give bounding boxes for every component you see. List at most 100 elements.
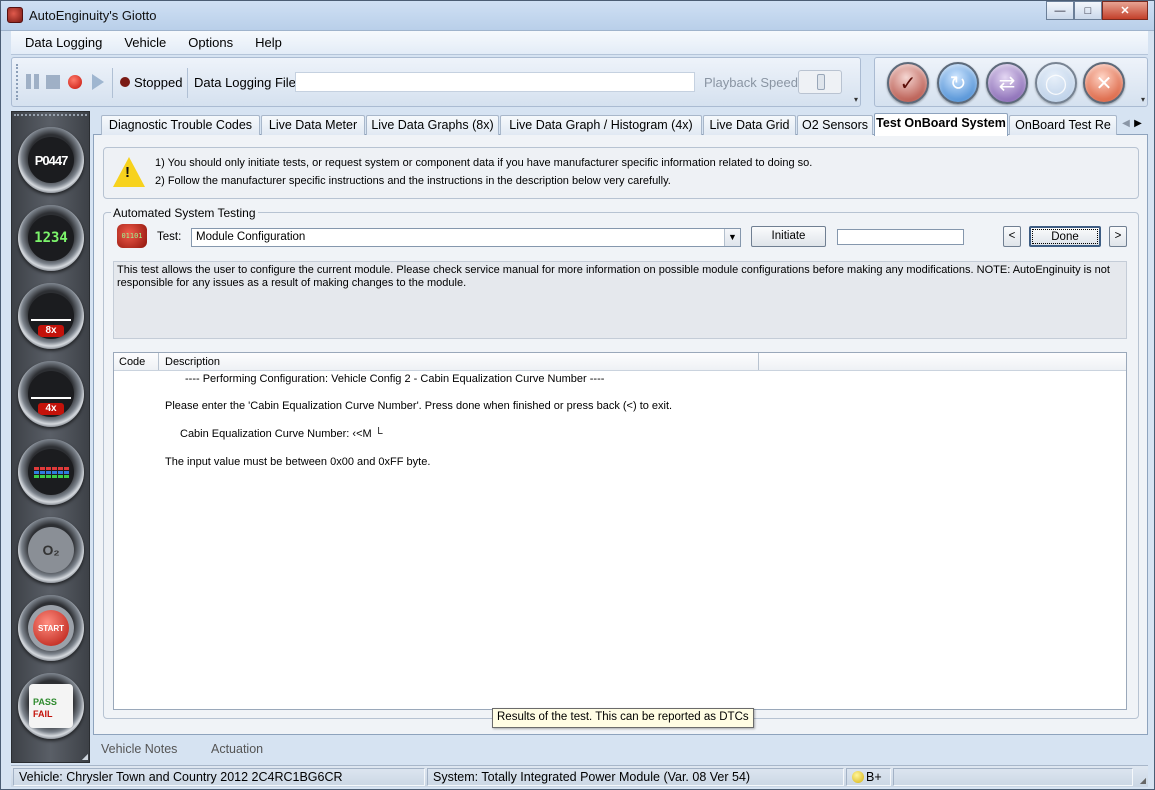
graph-4x-icon[interactable]: 4x	[18, 361, 84, 427]
dtc-icon[interactable]: P0447	[18, 127, 84, 193]
test-select[interactable]: Module Configuration ▼	[191, 228, 741, 247]
tab-live-data-grid[interactable]: Live Data Grid	[703, 115, 796, 135]
battery-status: B+	[846, 768, 891, 786]
result-line: Cabin Equalization Curve Number: ‹<M └	[180, 428, 383, 440]
refresh-icon[interactable]: ↻	[937, 62, 979, 104]
disabled-plugin-icon: ◯	[1035, 62, 1077, 104]
window-controls: — □ ✕	[1046, 1, 1148, 20]
rail-grip	[14, 114, 87, 118]
playback-speed-slider[interactable]	[798, 70, 842, 94]
toolbar-separator	[187, 68, 188, 98]
menu-bar: Data Logging Vehicle Options Help	[11, 31, 1148, 55]
app-logo-icon	[7, 7, 23, 23]
status-bar: Vehicle: Chrysler Town and Country 2012 …	[11, 765, 1148, 787]
tab-vehicle-notes[interactable]: Vehicle Notes	[101, 742, 177, 756]
data-logging-file-label: Data Logging File	[194, 75, 296, 90]
data-grid-icon[interactable]	[18, 439, 84, 505]
playback-speed-label: Playback Speed	[704, 75, 798, 90]
warning-mark: !	[125, 164, 130, 181]
pass-text: PASS	[33, 697, 57, 707]
toolbar-overflow-icon[interactable]: ▾	[1141, 95, 1145, 104]
graphs-8x-icon[interactable]: 8x	[18, 283, 84, 349]
window-title: AutoEnginuity's Giotto	[29, 8, 157, 23]
menu-help[interactable]: Help	[241, 35, 290, 50]
tab-live-data-meter[interactable]: Live Data Meter	[261, 115, 365, 135]
resize-grip-icon[interactable]: ◢	[1140, 776, 1146, 785]
battery-label: B+	[866, 770, 882, 784]
dtc-icon-text: P0447	[34, 152, 69, 168]
next-button[interactable]: >	[1109, 226, 1127, 247]
result-line: ---- Performing Configuration: Vehicle C…	[185, 373, 605, 385]
record-icon[interactable]	[68, 75, 82, 89]
o2-sensor-icon[interactable]: O₂	[18, 517, 84, 583]
action-toolbar: ✓ ↻ ⇄ ◯ ✕ ▾	[874, 57, 1148, 107]
function-rail: P0447 1234 8x 4x O₂ START PASS FAIL ◢	[11, 111, 90, 763]
data-meter-icon[interactable]: 1234	[18, 205, 84, 271]
result-line: The input value must be between 0x00 and…	[165, 456, 431, 468]
menu-options[interactable]: Options	[174, 35, 241, 50]
tab-actuation[interactable]: Actuation	[211, 742, 263, 756]
tab-scroll-left-icon[interactable]: ◀	[1120, 116, 1132, 132]
status-empty-panel	[893, 768, 1133, 786]
start-text: START	[33, 610, 69, 646]
vehicle-sync-icon[interactable]: ⇄	[986, 62, 1028, 104]
tab-live-data-histogram[interactable]: Live Data Graph / Histogram (4x)	[500, 115, 702, 135]
column-separator	[758, 353, 759, 370]
toolbar-separator	[112, 68, 113, 98]
logging-status: Stopped	[134, 75, 183, 90]
tab-strip: Diagnostic Trouble Codes Live Data Meter…	[93, 113, 1148, 136]
tab-test-onboard-system[interactable]: Test OnBoard System	[874, 113, 1008, 136]
play-icon[interactable]	[92, 74, 104, 90]
test-description: This test allows the user to configure t…	[113, 261, 1127, 339]
initiate-button[interactable]: Initiate	[751, 226, 826, 247]
test-onboard-panel: ! 1) You should only initiate tests, or …	[93, 135, 1148, 735]
battery-indicator-icon	[852, 771, 864, 783]
tab-onboard-test-results[interactable]: OnBoard Test Re	[1009, 115, 1117, 135]
warning-box: ! 1) You should only initiate tests, or …	[103, 147, 1139, 199]
close-button[interactable]: ✕	[1102, 1, 1148, 20]
warning-line-1: 1) You should only initiate tests, or re…	[155, 157, 813, 169]
system-status: System: Totally Integrated Power Module …	[427, 768, 844, 786]
maximize-button[interactable]: □	[1074, 1, 1102, 20]
menu-data-logging[interactable]: Data Logging	[11, 35, 110, 50]
app-window: AutoEnginuity's Giotto — □ ✕ Data Loggin…	[0, 0, 1155, 790]
start-test-icon[interactable]: START	[18, 595, 84, 661]
logging-toolbar: Stopped Data Logging File Playback Speed…	[11, 57, 861, 107]
menu-vehicle[interactable]: Vehicle	[110, 35, 174, 50]
automated-testing-group: Automated System Testing 01101 Test: Mod…	[103, 206, 1139, 719]
results-tooltip: Results of the test. This can be reporte…	[492, 708, 754, 728]
title-bar: AutoEnginuity's Giotto — □ ✕	[1, 1, 1154, 31]
result-line: Please enter the 'Cabin Equalization Cur…	[165, 400, 673, 412]
meter-icon-text: 1234	[34, 230, 68, 246]
graph4-badge: 4x	[38, 403, 64, 415]
group-legend: Automated System Testing	[111, 206, 258, 220]
data-logging-file-input[interactable]	[295, 72, 695, 92]
back-button[interactable]: <	[1003, 226, 1021, 247]
results-header: Code Description	[114, 353, 1126, 371]
toolbar-overflow-icon[interactable]: ▾	[854, 95, 858, 104]
slider-thumb[interactable]	[817, 74, 825, 90]
resize-grip-icon[interactable]: ◢	[82, 752, 88, 761]
column-description[interactable]: Description	[165, 356, 220, 368]
status-dot-icon	[120, 77, 130, 87]
stop-icon[interactable]	[46, 75, 60, 89]
done-button[interactable]: Done	[1029, 226, 1101, 247]
chevron-down-icon[interactable]: ▼	[724, 229, 740, 246]
test-label: Test:	[157, 231, 182, 243]
clipboard-check-icon[interactable]: ✓	[887, 62, 929, 104]
toolbar-grip[interactable]	[16, 64, 19, 100]
minimize-button[interactable]: —	[1046, 1, 1074, 20]
value-input[interactable]	[837, 229, 964, 245]
tab-diagnostic-trouble-codes[interactable]: Diagnostic Trouble Codes	[101, 115, 260, 135]
pause-icon[interactable]	[26, 74, 40, 90]
test-select-value: Module Configuration	[196, 231, 306, 243]
tab-scroll-right-icon[interactable]: ▶	[1132, 116, 1144, 132]
column-separator	[158, 353, 159, 370]
results-list[interactable]: Code Description ---- Performing Configu…	[113, 352, 1127, 710]
pass-fail-icon[interactable]: PASS FAIL	[18, 673, 84, 739]
tab-live-data-graphs[interactable]: Live Data Graphs (8x)	[366, 115, 499, 135]
column-code[interactable]: Code	[119, 356, 145, 368]
close-connection-icon[interactable]: ✕	[1083, 62, 1125, 104]
graph8-badge: 8x	[38, 325, 64, 337]
tab-o2-sensors[interactable]: O2 Sensors	[797, 115, 873, 135]
